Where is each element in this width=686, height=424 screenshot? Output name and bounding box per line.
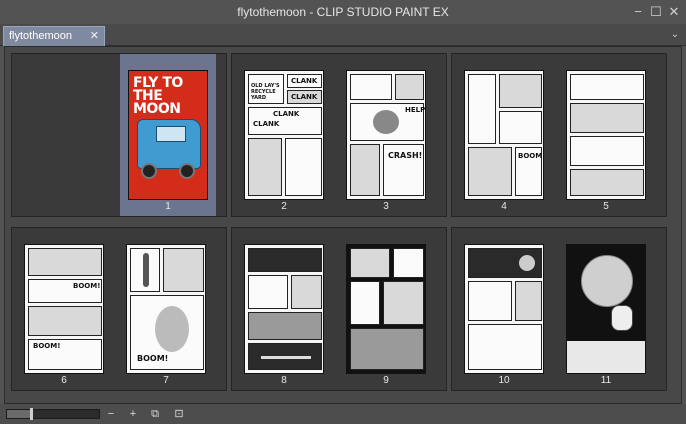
- page-number: 7: [163, 375, 169, 386]
- view-mode-icon[interactable]: ⊡: [172, 407, 186, 421]
- zoom-slider[interactable]: [6, 408, 100, 420]
- page-slot-6[interactable]: BOOM! BOOM! 6: [16, 228, 112, 390]
- tab-label: flytothemoon: [9, 30, 72, 42]
- page-number: 10: [498, 375, 510, 386]
- page-slot-9[interactable]: 9: [338, 228, 434, 390]
- fit-page-icon[interactable]: ⧉: [148, 407, 162, 421]
- page-slot-4[interactable]: BOOM! 4: [456, 54, 552, 216]
- spread-1: FLY TO THE MOON 1: [11, 53, 227, 217]
- spread-3: BOOM! 4 5: [451, 53, 667, 217]
- zoom-slider-fill: [7, 410, 30, 418]
- page-thumbnail-6[interactable]: BOOM! BOOM!: [24, 244, 104, 374]
- truck-window: [156, 126, 186, 142]
- page-slot-5[interactable]: 5: [558, 54, 654, 216]
- page-thumbnail-3[interactable]: HELP CRASH!: [346, 70, 426, 200]
- zoom-out-button[interactable]: −: [104, 407, 118, 421]
- spread-5: 8 9: [231, 227, 447, 391]
- wheel-right: [179, 163, 195, 179]
- page-thumbnail-9[interactable]: [346, 244, 426, 374]
- sfx-boom: BOOM!: [518, 152, 544, 160]
- minimize-button[interactable]: −: [630, 4, 646, 20]
- page-thumbnail-8[interactable]: [244, 244, 324, 374]
- lunar-ground: [567, 341, 645, 373]
- status-bar: − + ⧉ ⊡: [0, 404, 686, 424]
- sfx-crash: CRASH!: [388, 151, 423, 160]
- page-manager-view: FLY TO THE MOON 1 OLD LAY'S RECYCLE YARD…: [4, 46, 682, 404]
- wheel-left: [141, 163, 157, 179]
- cover-title: FLY TO THE MOON: [133, 75, 183, 117]
- page-slot-1[interactable]: FLY TO THE MOON 1: [120, 54, 216, 216]
- moon-illustration: [581, 255, 633, 307]
- page-number: 11: [600, 375, 612, 386]
- spread-4: BOOM! BOOM! 6 BOOM! 7: [11, 227, 227, 391]
- zoom-in-button[interactable]: +: [126, 407, 140, 421]
- sfx-boom: BOOM!: [137, 354, 169, 363]
- sign-text: OLD LAY'S RECYCLE YARD: [251, 83, 280, 101]
- sfx-clank: CLANK: [253, 120, 280, 128]
- sfx-clank: CLANK: [273, 110, 300, 118]
- tab-close-icon[interactable]: ✕: [90, 29, 99, 42]
- maximize-button[interactable]: ☐: [648, 4, 664, 20]
- page-slot-10[interactable]: 10: [456, 228, 552, 390]
- tab-flytothemoon[interactable]: flytothemoon ✕: [3, 26, 105, 46]
- spread-6: 10 11: [451, 227, 667, 391]
- page-thumbnail-5[interactable]: [566, 70, 646, 200]
- page-number: 1: [165, 201, 171, 212]
- page-slot-11[interactable]: 11: [558, 228, 654, 390]
- page-number: 6: [61, 375, 67, 386]
- page-slot-8[interactable]: 8: [236, 228, 332, 390]
- page-number: 2: [281, 201, 287, 212]
- sfx-help: HELP: [405, 106, 426, 114]
- truck-illustration: [137, 119, 201, 169]
- page-slot-2[interactable]: OLD LAY'S RECYCLE YARD CLANK CLANK CLANK…: [236, 54, 332, 216]
- page-number: 8: [281, 375, 287, 386]
- tab-menu-chevron-icon[interactable]: ⌄: [668, 28, 682, 42]
- page-thumbnail-4[interactable]: BOOM!: [464, 70, 544, 200]
- window-title: flytothemoon - CLIP STUDIO PAINT EX: [237, 5, 449, 19]
- sfx-boom: BOOM!: [73, 282, 101, 290]
- document-tab-bar: flytothemoon ✕ ⌄: [0, 24, 686, 46]
- page-thumbnail-2[interactable]: OLD LAY'S RECYCLE YARD CLANK CLANK CLANK…: [244, 70, 324, 200]
- page-number: 4: [501, 201, 507, 212]
- page-thumbnail-10[interactable]: [464, 244, 544, 374]
- page-number: 3: [383, 201, 389, 212]
- sfx-boom: BOOM!: [33, 342, 61, 350]
- page-number: 5: [603, 201, 609, 212]
- page-slot-7[interactable]: BOOM! 7: [118, 228, 214, 390]
- zoom-slider-handle[interactable]: [30, 408, 33, 420]
- close-button[interactable]: ✕: [666, 4, 682, 20]
- page-thumbnail-1[interactable]: FLY TO THE MOON: [128, 70, 208, 200]
- spread-2: OLD LAY'S RECYCLE YARD CLANK CLANK CLANK…: [231, 53, 447, 217]
- astronaut-illustration: [611, 305, 633, 331]
- sfx-clank: CLANK: [291, 93, 318, 101]
- sfx-clank: CLANK: [291, 77, 318, 85]
- page-number: 9: [383, 375, 389, 386]
- page-thumbnail-7[interactable]: BOOM!: [126, 244, 206, 374]
- page-slot-3[interactable]: HELP CRASH! 3: [338, 54, 434, 216]
- title-bar: flytothemoon - CLIP STUDIO PAINT EX − ☐ …: [0, 0, 686, 24]
- page-thumbnail-11[interactable]: [566, 244, 646, 374]
